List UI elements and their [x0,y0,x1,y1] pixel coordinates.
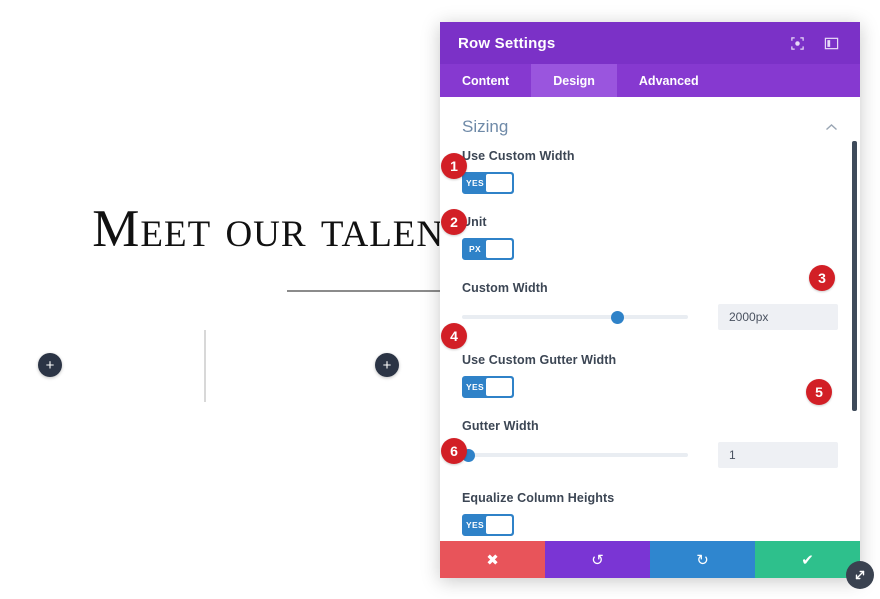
modal-tabs: Content Design Advanced [440,64,860,97]
undo-icon: ↺ [591,551,604,569]
slider-row [462,442,838,468]
step-badge-4: 4 [441,323,467,349]
redo-icon: ↻ [696,551,709,569]
section-title-sizing: Sizing [462,117,509,136]
toggle-equalize-column-heights[interactable]: YES [462,514,514,536]
toggle-knob [486,174,512,192]
toggle-knob [486,240,512,258]
step-badge-3: 3 [809,265,835,291]
modal-body: Sizing Use Custom Width YES Unit PX Cust… [440,97,860,578]
field-use-custom-width: Use Custom Width YES [440,149,860,194]
toggle-row: PX [462,238,838,260]
slider-track [462,453,688,457]
add-module-button-right[interactable]: + [375,353,399,377]
field-custom-width: Custom Width [440,281,860,330]
step-badge-1: 1 [441,153,467,179]
redo-button[interactable]: ↻ [650,541,755,578]
modal-action-bar: ✖ ↺ ↻ ✔ [440,541,860,578]
toggle-row: YES [462,376,838,398]
modal-scrollbar-thumb[interactable] [852,141,857,411]
modal-resize-handle[interactable] [846,561,874,589]
slider-gutter-width[interactable] [462,448,688,462]
modal-titlebar: Row Settings [440,22,860,64]
slider-row [462,304,838,330]
step-badge-2: 2 [441,209,467,235]
tab-design[interactable]: Design [531,64,617,97]
toggle-row: YES [462,172,838,194]
close-icon: ✖ [486,551,499,569]
field-label: Use Custom Gutter Width [462,353,617,367]
step-badge-5: 5 [806,379,832,405]
modal-title: Row Settings [458,34,556,52]
field-label: Unit [462,215,487,229]
toggle-knob [486,516,512,534]
slider-track [462,315,688,319]
plus-icon: + [382,356,392,374]
check-icon: ✔ [801,551,814,569]
slider-custom-width[interactable] [462,310,688,324]
toggle-unit[interactable]: PX [462,238,514,260]
field-gutter-width: Gutter Width [440,419,860,468]
field-unit: Unit PX [440,215,860,260]
tab-content[interactable]: Content [440,64,531,97]
gutter-width-input[interactable] [718,442,838,468]
field-label: Custom Width [462,281,548,295]
toggle-row: YES [462,514,838,536]
custom-width-input[interactable] [718,304,838,330]
row-settings-modal: Row Settings Content Design Advanced Siz… [440,22,860,578]
chevron-up-icon [825,121,838,134]
toggle-use-custom-gutter-width[interactable]: YES [462,376,514,398]
focus-target-icon[interactable] [786,32,808,54]
field-label: Use Custom Width [462,149,575,163]
toggle-label: PX [469,244,481,254]
tab-advanced[interactable]: Advanced [617,64,721,97]
column-divider [204,330,206,402]
toggle-knob [486,378,512,396]
cancel-button[interactable]: ✖ [440,541,545,578]
field-equalize-column-heights: Equalize Column Heights YES [440,491,860,536]
toggle-label: YES [466,520,484,530]
plus-icon: + [45,356,55,374]
field-label: Gutter Width [462,419,539,433]
toggle-use-custom-width[interactable]: YES [462,172,514,194]
toggle-label: YES [466,178,484,188]
field-label: Equalize Column Heights [462,491,615,505]
slider-handle[interactable] [611,311,624,324]
split-layout-icon[interactable] [820,32,842,54]
toggle-label: YES [466,382,484,392]
add-module-button-left[interactable]: + [38,353,62,377]
step-badge-6: 6 [441,438,467,464]
section-header-sizing[interactable]: Sizing [440,97,860,149]
modal-scrollbar-track[interactable] [849,97,857,578]
undo-button[interactable]: ↺ [545,541,650,578]
save-button[interactable]: ✔ [755,541,860,578]
field-use-custom-gutter-width: Use Custom Gutter Width YES [440,353,860,398]
